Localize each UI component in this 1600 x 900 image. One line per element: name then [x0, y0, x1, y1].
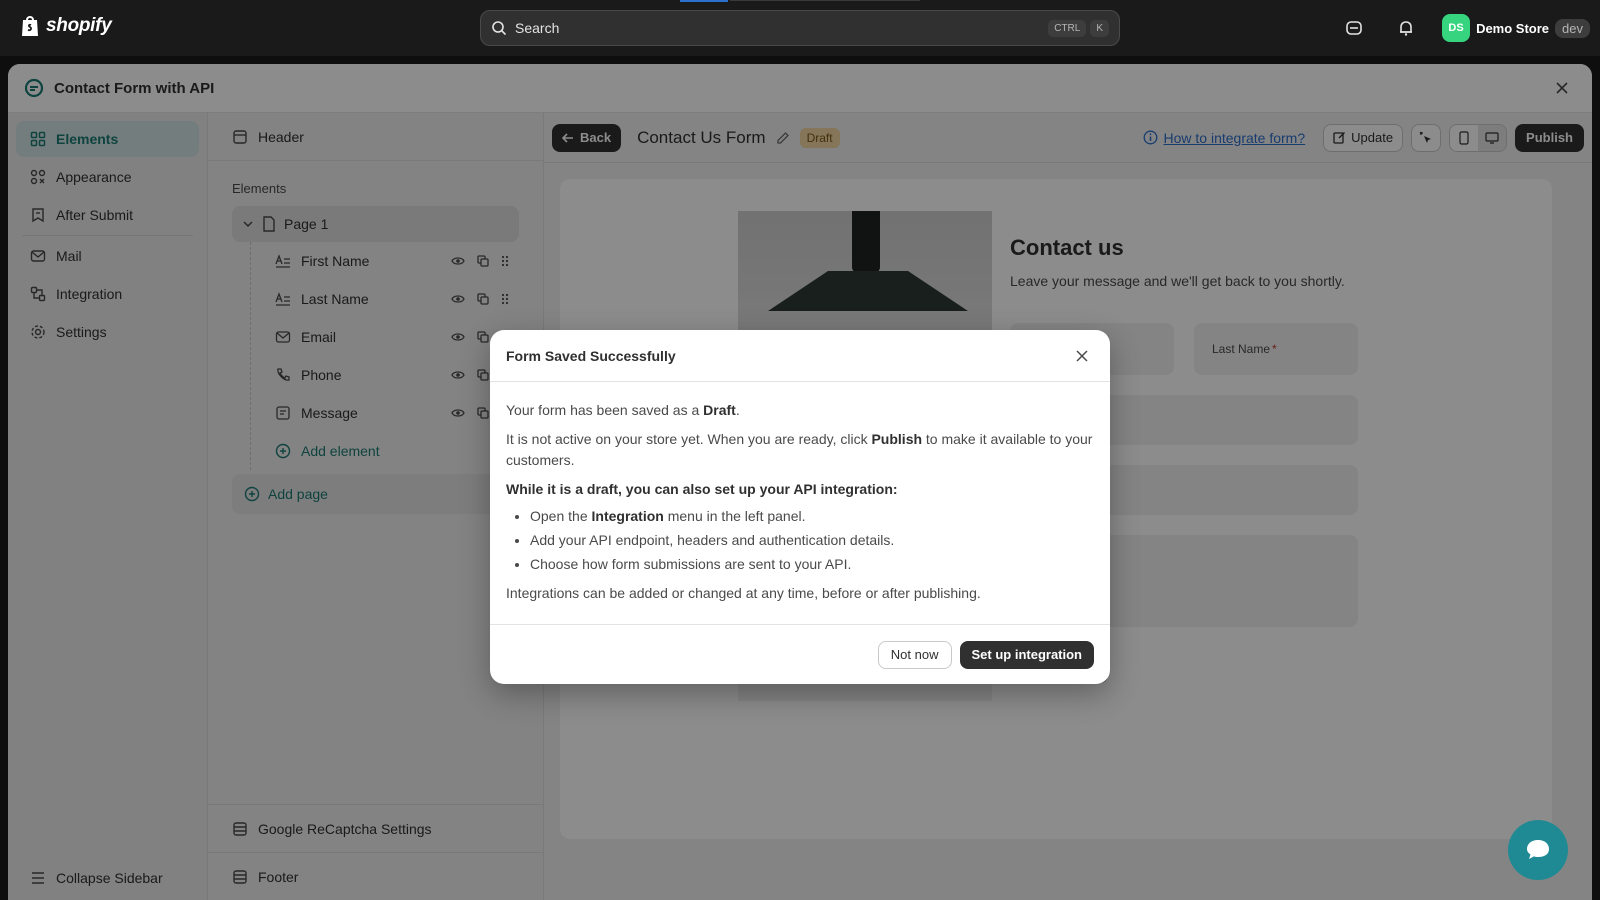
- search-icon: [492, 21, 507, 36]
- loading-track: [730, 0, 920, 1]
- save-success-dialog: Form Saved Successfully Your form has be…: [490, 330, 1110, 684]
- list-item: Add your API endpoint, headers and authe…: [530, 530, 1094, 551]
- dialog-text: Your form has been saved as a Draft.: [506, 402, 740, 418]
- chat-bubble-icon: [1527, 840, 1549, 859]
- search-shortcut: CTRL K: [1048, 19, 1109, 37]
- chat-launcher[interactable]: [1508, 820, 1568, 880]
- set-up-integration-button[interactable]: Set up integration: [959, 640, 1094, 669]
- dialog-subheading: While it is a draft, you can also set up…: [506, 481, 898, 497]
- dialog-title: Form Saved Successfully: [506, 347, 676, 364]
- bell-icon[interactable]: [1390, 12, 1422, 44]
- loading-indicator: [680, 0, 728, 2]
- search-input[interactable]: Search: [515, 20, 559, 36]
- shopify-topbar: shopify Search CTRL K DS Demo Store dev: [0, 0, 1600, 56]
- shortcut-key: K: [1090, 19, 1109, 37]
- dialog-steps: Open the Integration menu in the left pa…: [530, 506, 1094, 575]
- avatar: DS: [1442, 14, 1471, 42]
- dialog-text: It is not active on your store yet. When…: [506, 431, 1093, 468]
- not-now-button[interactable]: Not now: [877, 640, 952, 669]
- sidekick-icon[interactable]: [1338, 12, 1370, 44]
- dialog-note: Integrations can be added or changed at …: [506, 585, 981, 601]
- dialog-body: Your form has been saved as a Draft. It …: [490, 382, 1110, 604]
- shortcut-key: CTRL: [1048, 19, 1087, 37]
- shopify-bag-icon: [22, 16, 38, 36]
- list-item: Open the Integration menu in the left pa…: [530, 506, 1094, 527]
- store-badge: dev: [1555, 18, 1590, 38]
- list-item: Choose how form submissions are sent to …: [530, 554, 1094, 575]
- search-bar[interactable]: Search CTRL K: [480, 10, 1120, 46]
- store-switcher[interactable]: DS Demo Store dev: [1442, 14, 1590, 42]
- shopify-logo[interactable]: shopify: [20, 14, 112, 38]
- dialog-footer: Not now Set up integration: [490, 624, 1110, 684]
- store-name: Demo Store: [1476, 20, 1550, 36]
- close-icon[interactable]: [1070, 344, 1094, 368]
- brand-wordmark: shopify: [46, 15, 112, 36]
